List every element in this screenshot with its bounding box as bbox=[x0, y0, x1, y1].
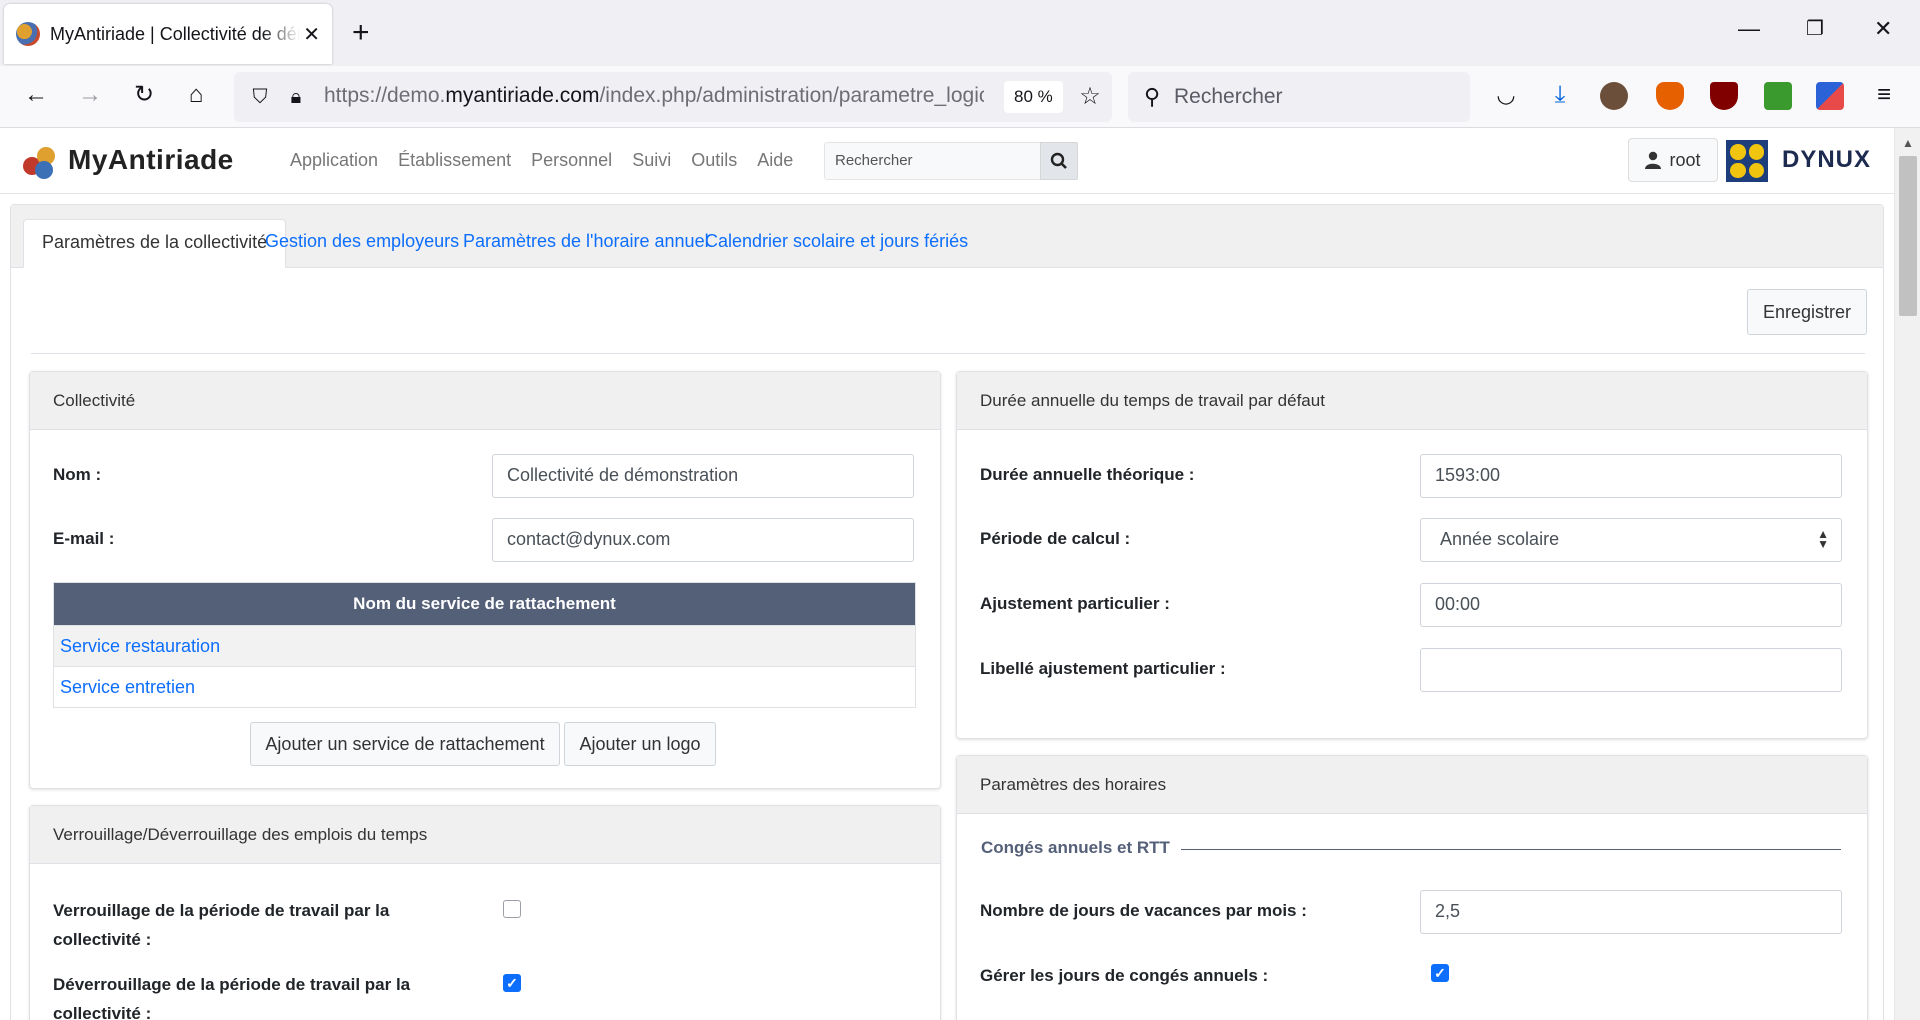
url-bar[interactable]: ⛉ 🔒︎ https://demo.myantiriade.com/index.… bbox=[234, 72, 1112, 122]
service-link[interactable]: Service entretien bbox=[60, 677, 195, 697]
dynux-brand-text: DYNUX bbox=[1782, 146, 1872, 173]
add-service-button[interactable]: Ajouter un service de rattachement bbox=[250, 722, 560, 766]
dynux-logo-icon bbox=[1726, 140, 1768, 182]
divider bbox=[31, 353, 1865, 354]
search-icon bbox=[1050, 152, 1067, 169]
ublock-icon[interactable] bbox=[1710, 82, 1738, 110]
green-extension-icon[interactable] bbox=[1764, 82, 1792, 110]
menu-item-suivi[interactable]: Suivi bbox=[632, 150, 671, 171]
browser-tab[interactable]: MyAntiriade | Collectivité de démonstrat… bbox=[4, 4, 332, 64]
card-title: Collectivité bbox=[30, 372, 940, 430]
minimize-icon[interactable]: — bbox=[1738, 16, 1760, 42]
app-logo-text[interactable]: MyAntiriade bbox=[68, 144, 234, 176]
duree-theorique-label: Durée annuelle théorique : bbox=[980, 465, 1195, 484]
back-icon[interactable]: ← bbox=[20, 80, 52, 110]
user-name: root bbox=[1669, 149, 1701, 170]
shield-icon[interactable]: ⛉ bbox=[244, 82, 276, 112]
menu-item-etablissement[interactable]: Établissement bbox=[398, 150, 511, 171]
lock-icon[interactable]: 🔒︎ bbox=[280, 82, 312, 112]
tab-calendrier-scolaire[interactable]: Calendrier scolaire et jours fériés bbox=[687, 219, 986, 268]
browser-search-placeholder: Rechercher bbox=[1174, 85, 1283, 108]
periode-calcul-select[interactable]: Année scolaire ▲ ▼ bbox=[1420, 518, 1842, 562]
new-tab-icon[interactable]: + bbox=[352, 16, 370, 50]
ajustement-input[interactable]: 00:00 bbox=[1420, 583, 1842, 627]
card-verrouillage: Verrouillage/Déverrouillage des emplois … bbox=[29, 805, 941, 1020]
select-arrows-icon: ▲ ▼ bbox=[1817, 527, 1829, 551]
card-duree-annuelle: Durée annuelle du temps de travail par d… bbox=[956, 371, 1868, 739]
lock-label: Verrouillage de la période de travail pa… bbox=[53, 901, 390, 949]
email-input[interactable]: contact@dynux.com bbox=[492, 518, 914, 562]
tab-title: MyAntiriade | Collectivité de démonstrat… bbox=[50, 23, 300, 44]
email-label: E-mail : bbox=[53, 529, 115, 548]
table-header: Nom du service de rattachement bbox=[54, 583, 915, 625]
user-icon bbox=[1645, 151, 1662, 169]
menu-item-personnel[interactable]: Personnel bbox=[531, 150, 612, 171]
search-icon: ⚲ bbox=[1143, 84, 1161, 109]
services-table: Nom du service de rattachement Service r… bbox=[53, 582, 916, 708]
main-menu: Application Établissement Personnel Suiv… bbox=[290, 150, 813, 171]
menu-item-aide[interactable]: Aide bbox=[757, 150, 793, 171]
nom-label: Nom : bbox=[53, 465, 102, 484]
browser-navbar: ← → ↻ ⌂ ⛉ 🔒︎ https://demo.myantiriade.co… bbox=[0, 66, 1920, 128]
color-extension-icon[interactable] bbox=[1816, 82, 1844, 110]
scrollbar-thumb[interactable] bbox=[1899, 156, 1917, 316]
card-parametres-horaires: Paramètres des horaires Congés annuels e… bbox=[956, 755, 1868, 1020]
app-search-button[interactable] bbox=[1040, 142, 1078, 180]
zoom-badge[interactable]: 80 % bbox=[1004, 81, 1063, 113]
service-link[interactable]: Service restauration bbox=[60, 636, 220, 656]
settings-panel: Paramètres de la collectivité Gestion de… bbox=[10, 204, 1884, 1020]
app-viewport: MyAntiriade Application Établissement Pe… bbox=[0, 128, 1894, 1020]
lock-checkbox[interactable] bbox=[503, 900, 521, 918]
close-tab-icon[interactable]: ✕ bbox=[303, 22, 320, 47]
unlock-checkbox[interactable]: ✓ bbox=[503, 974, 521, 992]
favicon-icon bbox=[16, 22, 40, 46]
jours-vacances-label: Nombre de jours de vacances par mois : bbox=[980, 901, 1307, 920]
add-logo-button[interactable]: Ajouter un logo bbox=[564, 722, 716, 766]
tab-gestion-employeurs[interactable]: Gestion des employeurs bbox=[247, 219, 477, 268]
libelle-ajustement-input[interactable] bbox=[1420, 648, 1842, 692]
menu-item-outils[interactable]: Outils bbox=[691, 150, 737, 171]
bookmark-star-icon[interactable]: ☆ bbox=[1074, 82, 1106, 112]
home-icon[interactable]: ⌂ bbox=[180, 80, 212, 110]
reload-icon[interactable]: ↻ bbox=[128, 80, 160, 110]
card-collectivite: Collectivité Nom : Collectivité de démon… bbox=[29, 371, 941, 789]
forward-icon[interactable]: → bbox=[74, 80, 106, 110]
browser-tabbar: MyAntiriade | Collectivité de démonstrat… bbox=[0, 0, 1920, 66]
card-title: Paramètres des horaires bbox=[957, 756, 1867, 814]
myantiriade-logo-icon bbox=[23, 147, 55, 179]
pocket-icon[interactable]: ◡ bbox=[1490, 80, 1522, 110]
gerer-conges-label: Gérer les jours de congés annuels : bbox=[980, 966, 1269, 985]
section-conges-rtt: Congés annuels et RTT bbox=[981, 838, 1170, 857]
section-divider bbox=[1181, 849, 1841, 850]
scroll-up-icon[interactable]: ▲ bbox=[1902, 136, 1914, 150]
page-scrollbar[interactable]: ▲ bbox=[1894, 128, 1920, 1020]
table-row: Service entretien bbox=[54, 666, 915, 707]
tab-parametres-horaire-annuel[interactable]: Paramètres de l'horaire annuel bbox=[445, 219, 727, 268]
restore-icon[interactable]: ❐ bbox=[1806, 16, 1824, 41]
user-menu-button[interactable]: root bbox=[1628, 138, 1718, 182]
browser-search[interactable]: ⚲ Rechercher bbox=[1128, 72, 1470, 122]
nom-input[interactable]: Collectivité de démonstration bbox=[492, 454, 914, 498]
jours-vacances-input[interactable]: 2,5 bbox=[1420, 890, 1842, 934]
gerer-conges-checkbox[interactable]: ✓ bbox=[1431, 964, 1449, 982]
app-topnav: MyAntiriade Application Établissement Pe… bbox=[0, 128, 1894, 194]
account-avatar-icon[interactable] bbox=[1600, 82, 1628, 110]
settings-tabs: Paramètres de la collectivité Gestion de… bbox=[11, 205, 1883, 268]
periode-calcul-value: Année scolaire bbox=[1440, 529, 1560, 549]
libelle-ajustement-label: Libellé ajustement particulier : bbox=[980, 659, 1226, 678]
url-text[interactable]: https://demo.myantiriade.com/index.php/a… bbox=[324, 84, 984, 108]
close-window-icon[interactable]: ✕ bbox=[1874, 16, 1892, 42]
table-row: Service restauration bbox=[54, 625, 915, 666]
save-button[interactable]: Enregistrer bbox=[1747, 289, 1867, 335]
fox-extension-icon[interactable] bbox=[1656, 82, 1684, 110]
card-title: Verrouillage/Déverrouillage des emplois … bbox=[30, 806, 940, 864]
menu-item-application[interactable]: Application bbox=[290, 150, 378, 171]
ajustement-label: Ajustement particulier : bbox=[980, 594, 1170, 613]
periode-calcul-label: Période de calcul : bbox=[980, 529, 1131, 548]
unlock-label: Déverrouillage de la période de travail … bbox=[53, 975, 411, 1020]
duree-theorique-input[interactable]: 1593:00 bbox=[1420, 454, 1842, 498]
menu-hamburger-icon[interactable]: ≡ bbox=[1868, 80, 1900, 110]
card-title: Durée annuelle du temps de travail par d… bbox=[957, 372, 1867, 430]
download-icon[interactable]: ⤓ bbox=[1544, 80, 1576, 110]
